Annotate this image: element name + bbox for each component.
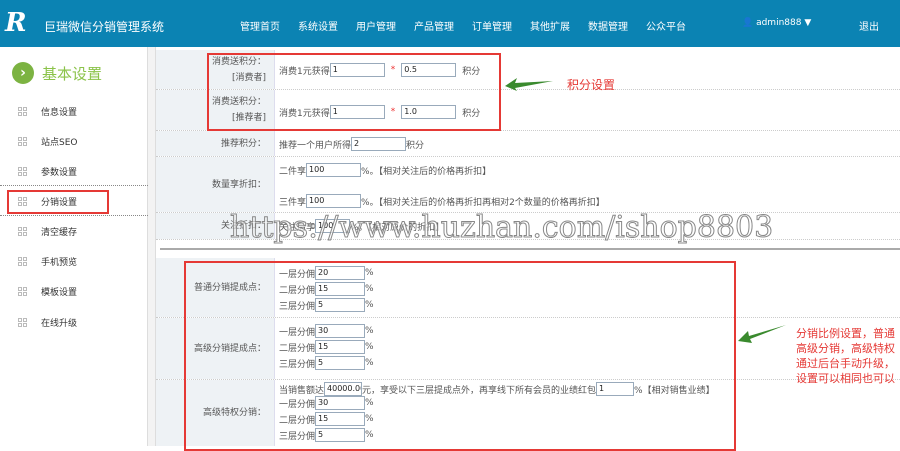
sidebar-item-label: 清空缓存 (41, 228, 78, 238)
user-menu[interactable]: 👤 admin888 ▼ (742, 18, 811, 28)
sidebar-item-info[interactable]: 信息设置 (18, 105, 77, 118)
note-text: %。【相对关注后的价格再折扣】 (361, 166, 492, 177)
sidebar-item-params[interactable]: 参数设置 (18, 165, 77, 178)
sidebar-item-label: 站点SEO (41, 138, 78, 148)
sidebar-item-template[interactable]: 模板设置 (18, 285, 77, 298)
chevron-right-icon: › (12, 62, 34, 84)
prefix-text: 三件享 (279, 197, 307, 208)
divider (160, 248, 900, 250)
annotation-line: 高级分销，高级特权 (796, 342, 895, 355)
sidebar-section-title: › 基本设置 (12, 62, 102, 84)
top-header: R 巨瑞微信分销管理系统 管理首页 系统设置 用户管理 产品管理 订单管理 其他… (0, 0, 900, 47)
row-recommend-points: 推荐积分： 推荐一个用户所得 2 积分 (156, 131, 900, 157)
username: admin888 (756, 18, 802, 28)
grid-icon (18, 167, 27, 176)
sidebar-item-mobile[interactable]: 手机预览 (18, 255, 77, 268)
unit-text: 积分 (406, 140, 425, 151)
annotation-line: 设置可以相同也可以 (796, 372, 895, 385)
section-label: 基本设置 (42, 64, 103, 83)
annotation-distribution: 分销比例设置，普通 高级分销，高级特权 通过后台手动升级， 设置可以相同也可以 (796, 326, 895, 386)
label-text: 数量享折扣： (211, 179, 266, 190)
nav-users[interactable]: 用户管理 (356, 18, 396, 33)
nav-products[interactable]: 产品管理 (414, 18, 454, 33)
row-label: 推荐积分： (156, 131, 275, 156)
logout-link[interactable]: 退出 (859, 18, 879, 33)
row-value: 二件享 100 %。【相对关注后的价格再折扣】 (279, 163, 491, 177)
note-text: %。【相对关注后的价格再折扣再相对2个数量的价格再折扣】 (361, 197, 605, 208)
three-items-input[interactable]: 100 (306, 194, 362, 208)
row-label: 数量享折扣： (156, 157, 275, 212)
main-nav: 管理首页 系统设置 用户管理 产品管理 订单管理 其他扩展 数据管理 公众平台 (240, 18, 686, 33)
sidebar-item-upgrade[interactable]: 在线升级 (18, 316, 77, 329)
arrow-left-icon (738, 325, 786, 343)
watermark: https://www.huzhan.com/ishop8803 (229, 210, 774, 246)
nav-extensions[interactable]: 其他扩展 (530, 18, 570, 33)
arrow-left-icon (505, 78, 553, 91)
annotation-points: 积分设置 (567, 78, 616, 92)
user-icon: 👤 (742, 18, 757, 28)
grid-icon (18, 318, 27, 327)
label-text: 推荐积分： (220, 138, 266, 149)
nav-data[interactable]: 数据管理 (588, 18, 628, 33)
nav-orders[interactable]: 订单管理 (472, 18, 512, 33)
sidebar-item-label: 参数设置 (41, 168, 78, 178)
brand-name: 巨瑞微信分销管理系统 (44, 20, 165, 34)
row-value: 推荐一个用户所得 2 积分 (279, 137, 424, 151)
row-value: 三件享 100 %。【相对关注后的价格再折扣再相对2个数量的价格再折扣】 (279, 194, 605, 208)
highlight-box (184, 261, 736, 451)
prefix-text: 推荐一个用户所得 (279, 140, 352, 151)
sidebar-splitter[interactable] (148, 47, 156, 446)
sidebar-item-label: 信息设置 (41, 108, 78, 118)
grid-icon (18, 107, 27, 116)
sidebar-item-cache[interactable]: 清空缓存 (18, 225, 77, 238)
annotation-line: 通过后台手动升级， (796, 357, 895, 370)
sidebar-item-label: 模板设置 (41, 288, 78, 298)
grid-icon (18, 257, 27, 266)
sidebar-item-label: 手机预览 (41, 258, 78, 268)
recommend-points-input[interactable]: 2 (351, 137, 407, 151)
sidebar-item-label: 在线升级 (41, 319, 78, 329)
grid-icon (18, 137, 27, 146)
prefix-text: 二件享 (279, 166, 307, 177)
two-items-input[interactable]: 100 (306, 163, 362, 177)
highlight-box (7, 190, 109, 214)
annotation-line: 分销比例设置，普通 (796, 327, 895, 340)
nav-wechat[interactable]: 公众平台 (646, 18, 686, 33)
nav-system[interactable]: 系统设置 (298, 18, 338, 33)
sidebar-item-seo[interactable]: 站点SEO (18, 135, 77, 148)
grid-icon (18, 287, 27, 296)
grid-icon (18, 227, 27, 236)
row-quantity-discount: 数量享折扣： 二件享 100 %。【相对关注后的价格再折扣】 三件享 100 %。【相对… (156, 157, 900, 213)
nav-home[interactable]: 管理首页 (240, 18, 280, 33)
highlight-box (207, 53, 501, 131)
chevron-down-icon: ▼ (801, 18, 812, 28)
logo: R (5, 8, 27, 38)
